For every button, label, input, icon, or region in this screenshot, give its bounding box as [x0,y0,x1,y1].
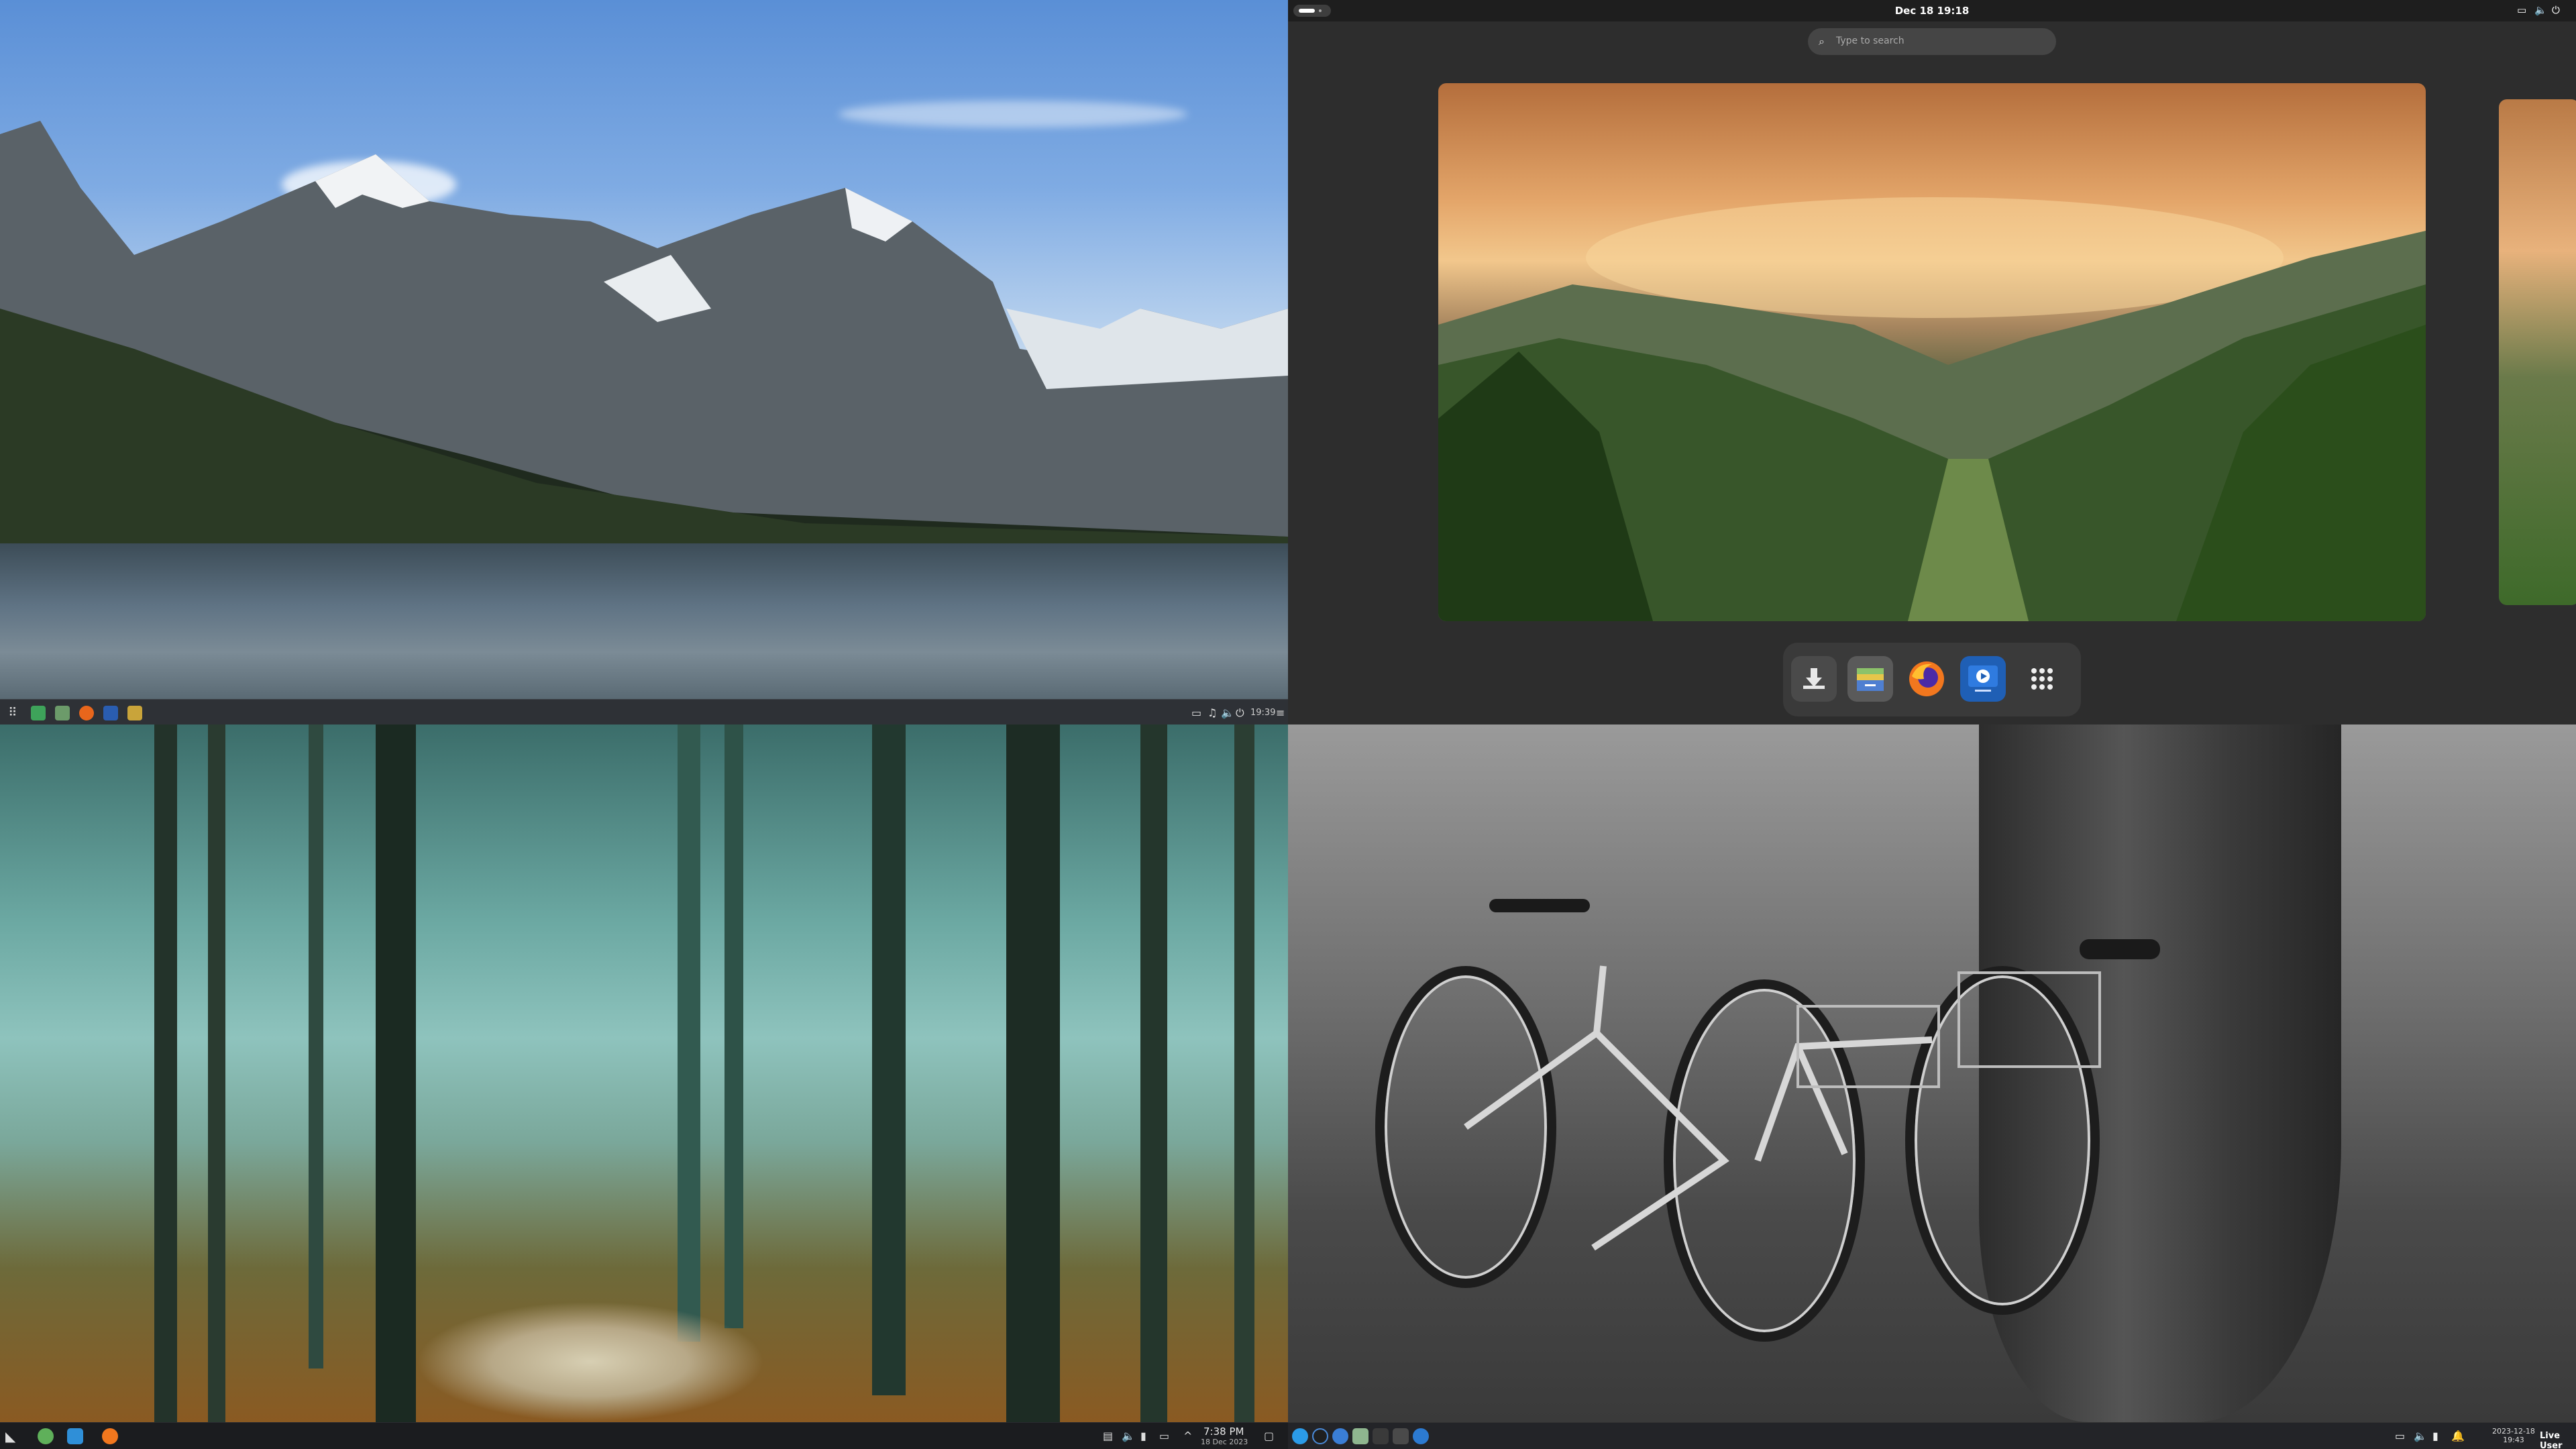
clock[interactable]: Dec 18 19:18 [1288,5,2576,17]
files-icon[interactable] [55,706,70,720]
screen-share-icon[interactable]: ▭ [2517,4,2526,16]
forest-path [416,1301,765,1422]
battery-icon[interactable]: ▮ [1140,1430,1146,1442]
notification-icon[interactable]: ♫ [1208,706,1217,719]
firefox-icon[interactable] [1904,656,1949,702]
display-icon[interactable]: ▭ [1159,1430,1169,1442]
start-menu-icon[interactable]: ◣ [5,1428,15,1444]
settings-icon[interactable] [127,706,142,720]
app-launcher-icon[interactable]: ⠿ [5,706,20,720]
desktop-gnome-overview: Dec 18 19:18 ▭ 🔈 ⏻ ⌕ Type to search [1288,0,2576,724]
clock[interactable]: 2023-12-18 19:43 [2492,1427,2535,1444]
tree-trunk [154,724,177,1422]
firefox-icon[interactable] [102,1428,118,1444]
download-icon[interactable] [1393,1428,1409,1444]
bicycle-frames [1464,899,2160,1251]
desktop-forest: ◣ ▤ 🔈 ▮ ▭ ^ 7:38 PM 18 Dec 2023 ▢ [0,724,1288,1449]
next-workspace-thumbnail[interactable] [2499,99,2576,605]
power-icon[interactable]: ⏻ [1236,706,1244,720]
video-player-icon[interactable] [1960,656,2006,702]
show-desktop-icon[interactable]: ▢ [1264,1430,1274,1442]
taskbar: ▭ 🔈 ▮ 🔔 2023-12-18 19:43 Live User [1288,1422,2576,1449]
clock-date: 2023-12-18 [2492,1427,2535,1436]
volume-icon[interactable]: 🔈 [2414,1430,2427,1442]
battery-icon[interactable]: ▮ [2432,1430,2438,1442]
user-label[interactable]: Live User [2540,1431,2576,1449]
clock-date[interactable]: 18 Dec 2023 [1201,1438,1248,1446]
start-menu-icon[interactable] [1292,1428,1308,1444]
search-input[interactable]: ⌕ Type to search [1808,28,2056,55]
store-icon[interactable] [1413,1428,1429,1444]
task-view-icon[interactable] [1312,1428,1328,1444]
volume-icon[interactable]: 🔈 [1122,1430,1135,1442]
browser-icon[interactable] [1332,1428,1348,1444]
terminal-icon[interactable] [1373,1428,1389,1444]
chevron-up-icon[interactable]: ^ [1183,1430,1192,1442]
bell-icon[interactable]: 🔔 [2451,1430,2465,1442]
tree-trunk [872,724,906,1395]
files-icon[interactable] [1847,656,1893,702]
display-icon[interactable]: ▭ [2395,1430,2405,1442]
volume-icon[interactable]: 🔈 [2534,4,2547,16]
tree-trunk [208,724,225,1422]
tree-trunk [309,724,323,1368]
dash [1783,643,2081,716]
tree-trunk [678,724,700,1342]
panel-clock[interactable]: 19:39 [1250,708,1275,718]
firefox-icon[interactable] [79,706,94,720]
volume-icon[interactable]: 🔈 [1221,706,1234,719]
tree-trunk [376,724,416,1422]
power-icon[interactable]: ⏻ [2552,4,2560,16]
lake [0,543,1288,699]
taskbar: ◣ ▤ 🔈 ▮ ▭ ^ 7:38 PM 18 Dec 2023 ▢ [0,1422,1288,1449]
software-center-icon[interactable] [38,1428,54,1444]
tree-trunk [724,724,743,1328]
search-placeholder: Type to search [1836,36,1904,46]
valley-wallpaper [1438,197,2426,621]
mountains [0,121,1288,550]
files-icon[interactable] [1352,1428,1368,1444]
files-icon[interactable] [67,1428,83,1444]
search-icon: ⌕ [1819,35,1825,48]
download-icon[interactable] [1791,656,1837,702]
app-store-icon[interactable] [103,706,118,720]
tree-trunk [1234,724,1254,1422]
screen-icon[interactable]: ▭ [1191,706,1201,719]
menu-icon[interactable]: ≡ [1276,706,1285,719]
top-bar: Dec 18 19:18 ▭ 🔈 ⏻ [1288,0,2576,21]
kde-panel: ⠿ ▭ ♫ 🔈 ⏻ 19:39 ≡ [0,699,1288,724]
tree-trunk [1140,724,1167,1422]
clock-time[interactable]: 7:38 PM [1203,1426,1244,1438]
software-center-icon[interactable] [31,706,46,720]
desktop-bicycles: ▭ 🔈 ▮ 🔔 2023-12-18 19:43 Live User [1288,724,2576,1449]
clock-time: 19:43 [2503,1436,2524,1444]
workspace-thumbnail[interactable] [1438,83,2426,621]
desktop-kde-mountain-lake: ⠿ ▭ ♫ 🔈 ⏻ 19:39 ≡ [0,0,1288,724]
clipboard-icon[interactable]: ▤ [1103,1430,1113,1442]
app-grid-icon[interactable] [2019,656,2065,702]
tree-trunk [1006,724,1060,1422]
